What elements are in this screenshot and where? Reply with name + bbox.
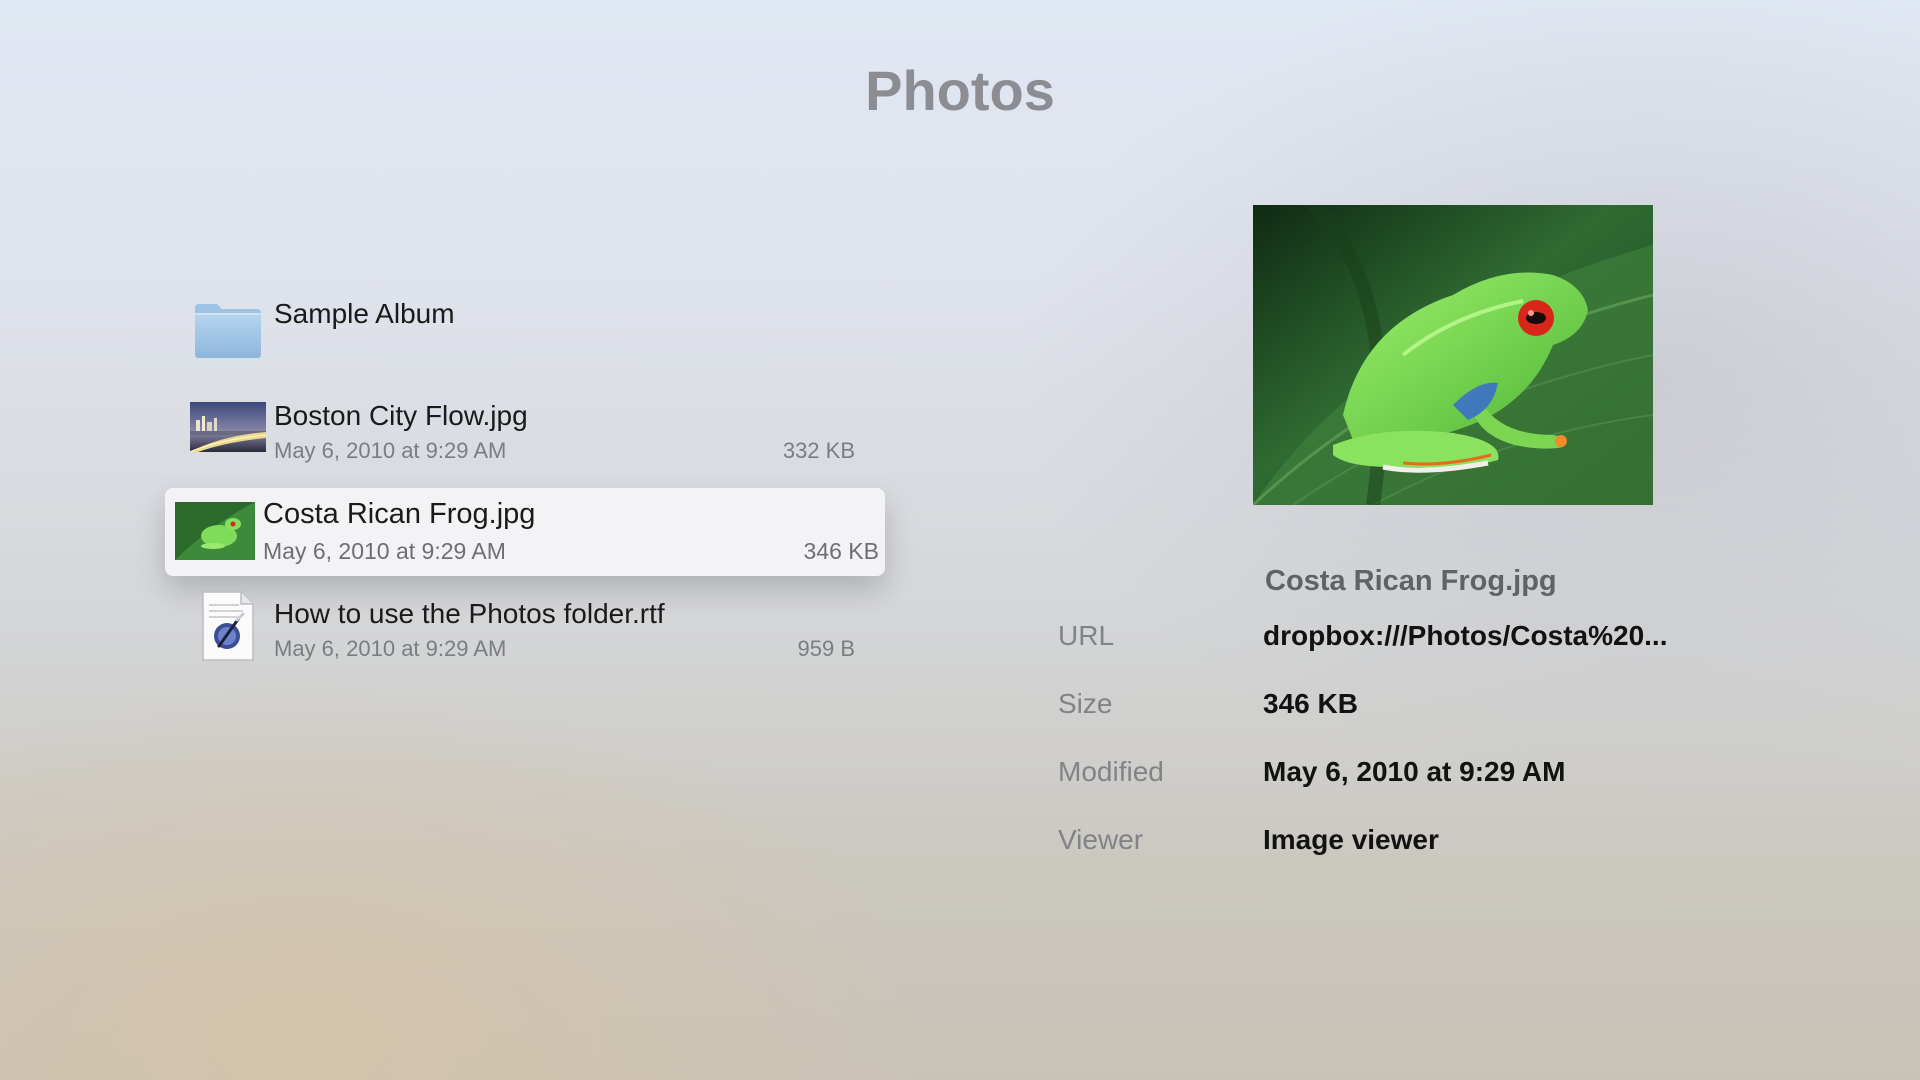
file-name: Costa Rican Frog.jpg (263, 498, 536, 530)
list-item-boston-city-flow[interactable]: Boston City Flow.jpg May 6, 2010 at 9:29… (165, 392, 885, 480)
detail-label: URL (1058, 620, 1115, 651)
file-size: 332 KB (782, 438, 855, 463)
file-name: Boston City Flow.jpg (274, 400, 528, 431)
list-item-sample-album[interactable]: Sample Album (165, 284, 885, 372)
detail-value: dropbox:///Photos/Costa%20... (1263, 620, 1668, 651)
folder-icon (195, 304, 261, 358)
detail-row-url: URL dropbox:///Photos/Costa%20... (1058, 620, 1758, 670)
file-size: 959 B (797, 636, 856, 661)
list-item-costa-rican-frog[interactable]: Costa Rican Frog.jpg May 6, 2010 at 9:29… (165, 488, 885, 576)
file-date: May 6, 2010 at 9:29 AM (263, 538, 506, 564)
file-date: May 6, 2010 at 9:29 AM (274, 438, 507, 463)
detail-label: Size (1058, 688, 1113, 719)
file-name: Sample Album (274, 298, 455, 329)
detail-row-viewer: Viewer Image viewer (1058, 824, 1758, 874)
preview-image (1253, 205, 1653, 505)
detail-value: Image viewer (1263, 824, 1439, 855)
detail-value: 346 KB (1263, 688, 1358, 719)
list-item-how-to-use-rtf[interactable]: How to use the Photos folder.rtf May 6, … (165, 590, 885, 678)
detail-row-modified: Modified May 6, 2010 at 9:29 AM (1058, 756, 1758, 806)
frog-thumbnail (175, 502, 255, 560)
file-date: May 6, 2010 at 9:29 AM (274, 636, 507, 661)
boston-thumbnail (190, 402, 266, 452)
detail-value: May 6, 2010 at 9:29 AM (1263, 756, 1566, 787)
file-name: How to use the Photos folder.rtf (274, 598, 665, 629)
page-title: Photos (865, 59, 1055, 122)
rtf-document-icon (202, 591, 254, 661)
preview-file-name: Costa Rican Frog.jpg (1265, 565, 1557, 597)
file-size: 346 KB (803, 538, 879, 564)
detail-label: Viewer (1058, 824, 1144, 855)
detail-row-size: Size 346 KB (1058, 688, 1758, 738)
detail-label: Modified (1058, 756, 1164, 787)
